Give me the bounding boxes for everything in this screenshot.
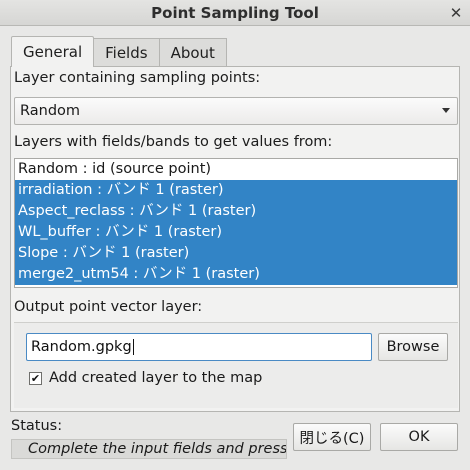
value-layers-label: Layers with fields/bands to get values f… <box>14 134 333 150</box>
value-layers-list[interactable]: Random : id (source point) irradiation :… <box>14 158 458 288</box>
tab-general[interactable]: General <box>11 36 95 67</box>
list-item[interactable]: Slope : バンド 1 (raster) <box>15 243 457 264</box>
general-panel: Layer containing sampling points: Random… <box>10 66 460 412</box>
list-item[interactable]: merge2_utm54 : バンド 1 (raster) <box>15 264 457 285</box>
add-to-map-label: Add created layer to the map <box>49 370 263 386</box>
window-title: Point Sampling Tool <box>151 3 319 22</box>
list-item[interactable]: irradiation : バンド 1 (raster) <box>15 180 457 201</box>
output-file-value: Random.gpkg <box>31 339 132 355</box>
list-item[interactable]: Random : id (source point) <box>15 159 457 180</box>
add-to-map-checkbox[interactable]: ✔ <box>29 371 42 385</box>
browse-button[interactable]: Browse <box>378 333 448 361</box>
output-layer-label: Output point vector layer: <box>14 299 203 315</box>
output-file-input[interactable]: Random.gpkg <box>26 333 372 361</box>
tab-bar: General Fields About <box>11 36 227 67</box>
status-text: Complete the input fields and press OK..… <box>11 439 287 459</box>
title-bar: Point Sampling Tool ✕ <box>0 0 470 26</box>
tab-fields[interactable]: Fields <box>93 38 160 66</box>
close-button[interactable]: 閉じる(C) <box>293 423 371 451</box>
ok-button[interactable]: OK <box>380 423 458 451</box>
status-label: Status: <box>11 418 63 434</box>
list-item[interactable]: Aspect_reclass : バンド 1 (raster) <box>15 201 457 222</box>
list-item[interactable]: WL_buffer : バンド 1 (raster) <box>15 222 457 243</box>
text-caret <box>132 339 134 355</box>
tab-about[interactable]: About <box>158 38 227 66</box>
sampling-layer-label: Layer containing sampling points: <box>14 70 261 86</box>
close-icon[interactable]: ✕ <box>446 3 466 23</box>
dialog-body: General Fields About Layer containing sa… <box>0 26 470 470</box>
add-to-map-row[interactable]: ✔ Add created layer to the map <box>29 370 262 386</box>
output-groupbox: Random.gpkg Browse ✔ Add created layer t… <box>14 322 458 408</box>
sampling-layer-value: Random <box>20 103 81 119</box>
sampling-layer-select[interactable]: Random <box>14 97 458 125</box>
chevron-down-icon <box>442 108 450 113</box>
